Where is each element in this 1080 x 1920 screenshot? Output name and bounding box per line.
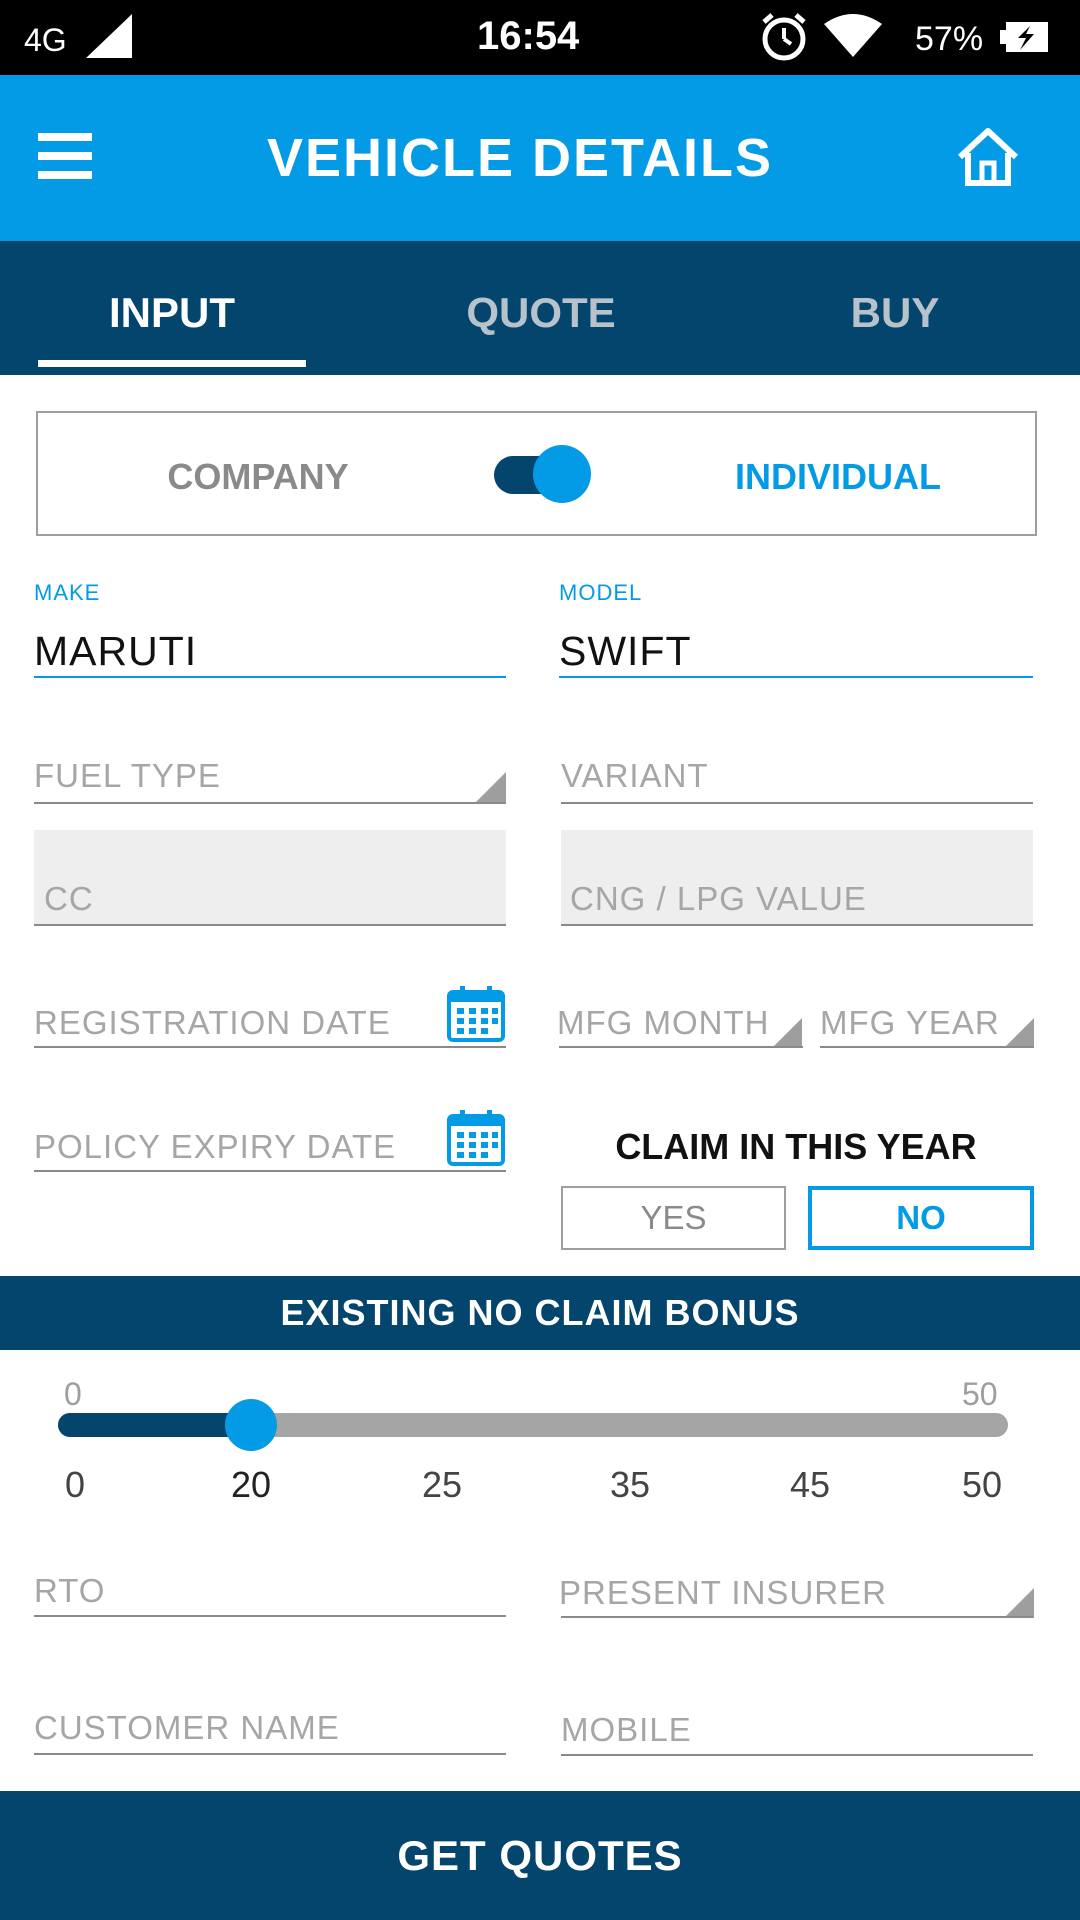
alarm-icon (762, 13, 806, 61)
policy-expiry-underline (34, 1170, 506, 1172)
home-icon[interactable] (956, 127, 1020, 187)
model-label: MODEL (559, 580, 643, 605)
ncb-max-label: 50 (962, 1376, 998, 1412)
signal-icon (86, 14, 132, 58)
mfg-month-underline (559, 1046, 803, 1048)
company-label[interactable]: COMPANY (38, 456, 478, 498)
registration-date-underline (34, 1046, 506, 1048)
model-input[interactable]: SWIFT (559, 628, 692, 675)
fuel-type-dropdown-icon (476, 772, 506, 802)
cc-placeholder: CC (44, 880, 94, 917)
tab-indicator (38, 360, 306, 367)
network-type: 4G (24, 22, 67, 58)
make-input[interactable]: MARUTI (34, 628, 197, 675)
make-label: MAKE (34, 580, 101, 605)
battery-percent: 57% (915, 20, 984, 58)
ncb-tick-45[interactable]: 45 (770, 1464, 850, 1506)
ncb-min-label: 0 (64, 1376, 82, 1412)
page-title: VEHICLE DETAILS (266, 128, 774, 188)
mfg-month-select[interactable]: MFG MONTH (557, 1004, 769, 1042)
ncb-slider-thumb[interactable] (225, 1399, 277, 1451)
registration-calendar-icon[interactable] (446, 984, 506, 1044)
rto-underline (34, 1615, 506, 1617)
cc-field[interactable] (34, 830, 506, 924)
tab-input[interactable]: INPUT (38, 289, 306, 337)
wifi-icon (824, 14, 882, 57)
status-time: 16:54 (477, 14, 580, 58)
app-bar: VEHICLE DETAILS (0, 75, 1080, 241)
present-insurer-underline (561, 1616, 1033, 1618)
ncb-slider-fill (58, 1413, 252, 1437)
claim-title: CLAIM IN THIS YEAR (615, 1126, 977, 1167)
mfg-month-dropdown-icon (772, 1018, 802, 1048)
model-underline (559, 676, 1033, 678)
ncb-tick-50[interactable]: 50 (942, 1464, 1022, 1506)
claim-no-button[interactable]: NO (808, 1186, 1034, 1250)
mfg-year-dropdown-icon (1004, 1018, 1034, 1048)
make-underline (34, 676, 506, 678)
get-quotes-button[interactable]: GET QUOTES (0, 1791, 1080, 1920)
policy-expiry-calendar-icon[interactable] (446, 1108, 506, 1168)
cc-underline (34, 924, 506, 926)
rto-input[interactable]: RTO (34, 1572, 105, 1610)
present-insurer-select[interactable]: PRESENT INSURER (559, 1574, 887, 1612)
variant-underline (561, 802, 1033, 804)
status-bar: 4G 16:54 57% (0, 0, 1080, 75)
entity-type-toggle-box: COMPANY INDIVIDUAL (36, 411, 1037, 536)
ncb-tick-35[interactable]: 35 (590, 1464, 670, 1506)
ncb-tick-20[interactable]: 20 (211, 1464, 291, 1506)
ncb-tick-25[interactable]: 25 (402, 1464, 482, 1506)
ncb-section-header: EXISTING NO CLAIM BONUS (0, 1276, 1080, 1350)
claim-yes-button[interactable]: YES (561, 1186, 786, 1250)
present-insurer-dropdown-icon (1004, 1588, 1034, 1618)
mfg-year-select[interactable]: MFG YEAR (820, 1004, 1000, 1042)
individual-label[interactable]: INDIVIDUAL (658, 456, 1018, 498)
tab-quote[interactable]: QUOTE (406, 289, 676, 337)
tab-bar: INPUT QUOTE BUY (0, 241, 1080, 375)
ncb-tick-0[interactable]: 0 (35, 1464, 115, 1506)
cng-lpg-placeholder: CNG / LPG VALUE (570, 880, 867, 917)
customer-name-underline (34, 1753, 506, 1755)
variant-input[interactable]: VARIANT (561, 757, 709, 795)
policy-expiry-date-input[interactable]: POLICY EXPIRY DATE (34, 1128, 396, 1166)
registration-date-input[interactable]: REGISTRATION DATE (34, 1004, 391, 1042)
fuel-type-underline (34, 802, 506, 804)
tab-buy[interactable]: BUY (760, 289, 1030, 337)
entity-toggle-thumb[interactable] (533, 445, 591, 503)
customer-name-input[interactable]: CUSTOMER NAME (34, 1709, 340, 1747)
mfg-year-underline (820, 1046, 1034, 1048)
cng-lpg-underline (561, 924, 1033, 926)
mobile-underline (561, 1754, 1033, 1756)
mobile-input[interactable]: MOBILE (561, 1711, 692, 1749)
battery-charging-icon (1000, 22, 1048, 52)
fuel-type-select[interactable]: FUEL TYPE (34, 757, 221, 795)
